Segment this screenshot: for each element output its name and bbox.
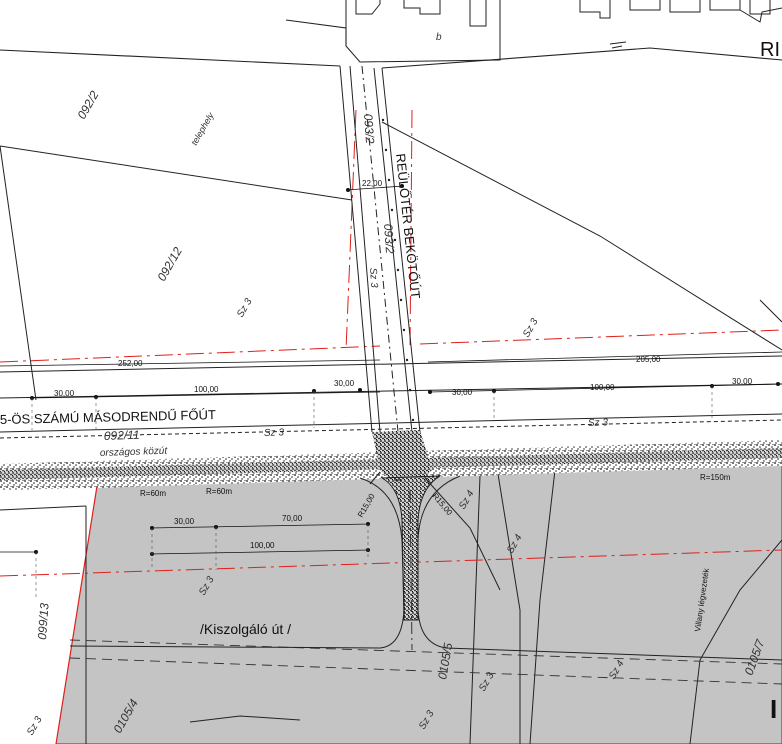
country-road-label: országos közút bbox=[100, 446, 169, 459]
dim-right-total: 205,00 bbox=[636, 355, 661, 364]
zone-code: Sz 3 bbox=[521, 316, 541, 339]
main-road-name: 5-ÖS SZÁMÚ MÁSODRENDŰ FŐÚT bbox=[0, 407, 216, 427]
zone-code: Sz 3 bbox=[588, 417, 609, 429]
dim-right-100: 100,00 bbox=[590, 383, 615, 392]
radius-label: R=60m bbox=[206, 487, 232, 496]
building-outlines bbox=[345, 0, 782, 63]
dim-left-100: 100,00 bbox=[194, 385, 219, 394]
parcel-label: 093/2 bbox=[361, 113, 377, 144]
parcel-label: 092/2 bbox=[74, 88, 101, 121]
dim-right-30b: 30,00 bbox=[732, 377, 753, 386]
dim-left-30b: 30,00 bbox=[334, 379, 355, 388]
parcel-label: 099/13 bbox=[35, 602, 52, 640]
dim-right-30a: 30,00 bbox=[452, 388, 473, 397]
zone-code: Sz 3 bbox=[264, 427, 285, 439]
connector-road-name: REÜLŐTÉR BEKÖTŐÚT bbox=[393, 153, 423, 300]
site-plan-drawing: 5-ÖS SZÁMÚ MÁSODRENDŰ FŐÚT REÜLŐTÉR BEKÖ… bbox=[0, 0, 782, 744]
building-letter: b bbox=[436, 32, 442, 43]
top-right-label: RI bbox=[760, 39, 780, 61]
parcel-label: 093/2 bbox=[381, 223, 397, 254]
main-road-lines bbox=[0, 355, 782, 439]
zone-code: Sz 3 bbox=[235, 296, 255, 319]
dim-lower-70: 70,00 bbox=[282, 514, 303, 523]
dim-connector-width: 22,00 bbox=[362, 179, 383, 188]
zone-code: Sz 3 bbox=[367, 267, 379, 288]
site-label: telephely bbox=[189, 110, 216, 147]
dim-left-total: 252,00 bbox=[118, 359, 143, 368]
service-road-label: /Kiszolgáló út / bbox=[200, 621, 291, 637]
dim-lower-100: 100,00 bbox=[250, 541, 275, 550]
dim-lower-30: 30,00 bbox=[174, 517, 195, 526]
right-edge-label: I bbox=[770, 694, 777, 724]
radius-label: R=150m bbox=[700, 473, 731, 482]
upper-road-lines bbox=[0, 19, 782, 69]
zone-code: Sz 3 bbox=[25, 714, 45, 737]
parcel-label: 092/12 bbox=[154, 244, 185, 283]
parcel-label: 092/11 bbox=[104, 428, 140, 443]
dim-left-30a: 30,00 bbox=[54, 389, 75, 398]
radius-label: R=60m bbox=[140, 489, 166, 498]
